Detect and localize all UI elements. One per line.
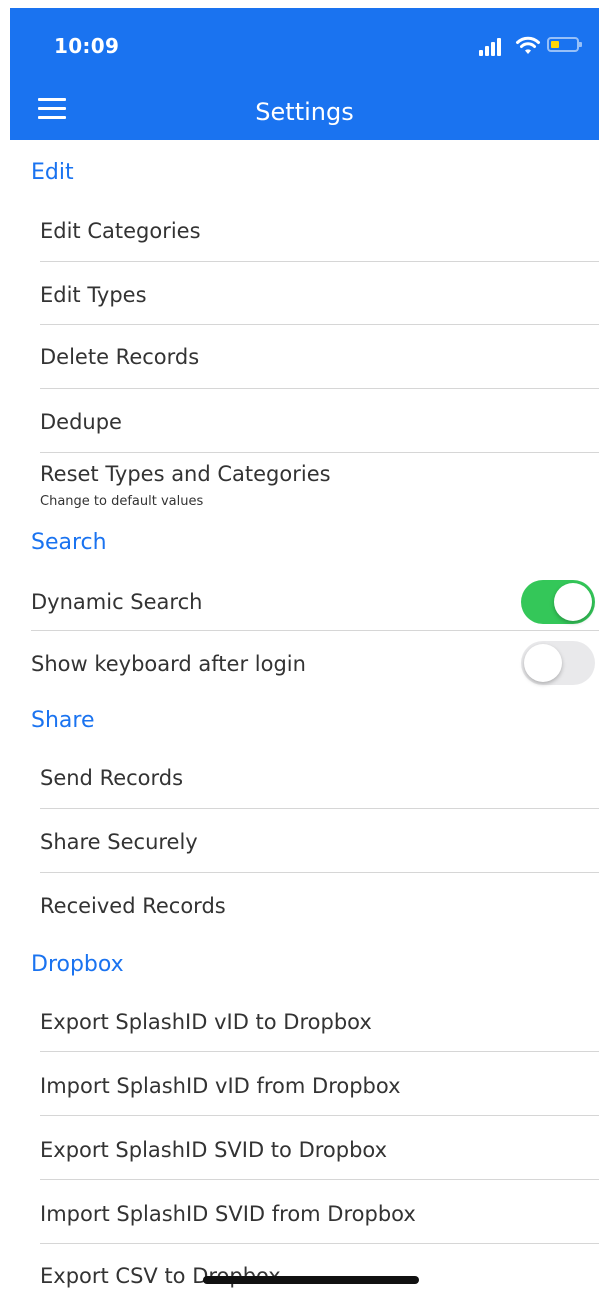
- section-header-dropbox: Dropbox: [31, 952, 124, 977]
- home-indicator: [203, 1276, 419, 1284]
- divider: [40, 872, 599, 873]
- divider: [40, 1179, 599, 1180]
- status-icons: [479, 34, 589, 58]
- toggle-knob: [554, 583, 592, 621]
- divider: [31, 630, 599, 631]
- settings-item-export-svid[interactable]: Export SplashID SVID to Dropbox: [40, 1138, 387, 1162]
- settings-item-import-svid[interactable]: Import SplashID SVID from Dropbox: [40, 1202, 416, 1226]
- settings-item-edit-categories[interactable]: Edit Categories: [40, 219, 201, 243]
- settings-item-export-vid[interactable]: Export SplashID vID to Dropbox: [40, 1010, 372, 1034]
- divider: [40, 261, 599, 262]
- divider: [40, 388, 599, 389]
- settings-item-share-securely[interactable]: Share Securely: [40, 830, 198, 854]
- section-header-search: Search: [31, 530, 107, 555]
- settings-item-delete-records[interactable]: Delete Records: [40, 345, 199, 369]
- settings-item-send-records[interactable]: Send Records: [40, 766, 183, 790]
- settings-item-reset-subtitle: Change to default values: [40, 494, 204, 509]
- settings-item-dedupe[interactable]: Dedupe: [40, 410, 122, 434]
- page-title: Settings: [255, 98, 354, 126]
- divider: [40, 1115, 599, 1116]
- battery-icon: [547, 37, 582, 52]
- dynamic-search-toggle[interactable]: [521, 580, 595, 624]
- divider: [40, 324, 599, 325]
- settings-item-reset-types[interactable]: Reset Types and Categories: [40, 462, 331, 486]
- settings-item-dynamic-search: Dynamic Search: [31, 590, 203, 614]
- cellular-signal-icon: [479, 36, 511, 56]
- status-time: 10:09: [54, 34, 120, 58]
- settings-item-import-vid[interactable]: Import SplashID vID from Dropbox: [40, 1074, 401, 1098]
- toggle-knob: [524, 644, 562, 682]
- settings-item-received-records[interactable]: Received Records: [40, 894, 226, 918]
- divider: [40, 808, 599, 809]
- app-header: 10:09 Settings: [10, 8, 599, 140]
- divider: [40, 1051, 599, 1052]
- section-header-share: Share: [31, 708, 95, 733]
- settings-item-edit-types[interactable]: Edit Types: [40, 283, 147, 307]
- section-header-edit: Edit: [31, 160, 74, 185]
- wifi-icon: [516, 36, 540, 54]
- settings-item-show-keyboard: Show keyboard after login: [31, 652, 306, 676]
- show-keyboard-toggle[interactable]: [521, 641, 595, 685]
- divider: [40, 1243, 599, 1244]
- divider: [40, 452, 599, 453]
